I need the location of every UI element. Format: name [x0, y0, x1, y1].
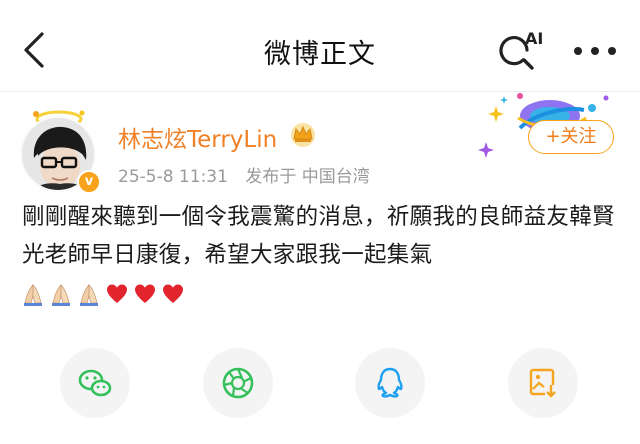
- emoji-row: [22, 282, 185, 308]
- post-location: 发布于 中国台湾: [245, 167, 370, 187]
- save-image-button[interactable]: [508, 348, 578, 418]
- wechat-icon: [78, 369, 112, 397]
- share-moments-button[interactable]: [203, 348, 273, 418]
- post-content: 剛剛醒來聽到一個令我震驚的消息，祈願我的良師益友韓賢光老師早日康復，希望大家跟我…: [22, 204, 615, 268]
- verified-badge: v: [77, 170, 101, 194]
- post-meta: 25-5-8 11:31 发布于 中国台湾: [118, 162, 382, 187]
- praying-hands-icon: [24, 284, 42, 306]
- post-date: 25-5-8 11:31: [118, 167, 228, 187]
- more-dot-icon: [608, 47, 616, 55]
- crown-badge-icon: [291, 123, 315, 147]
- qq-icon: [377, 367, 403, 398]
- ai-label: AI: [525, 29, 544, 48]
- weibo-post-page: 微博正文 AI v 林志炫TerryLin 25-5-8 11:31 发布于 中…: [0, 0, 640, 444]
- author-name[interactable]: 林志炫TerryLin: [118, 120, 277, 154]
- moments-icon: [222, 367, 254, 399]
- save-image-icon: [529, 368, 557, 398]
- author-avatar[interactable]: v: [16, 108, 102, 194]
- more-dot-icon: [574, 47, 582, 55]
- praying-hands-icon: [80, 284, 99, 306]
- share-wechat-button[interactable]: [60, 348, 130, 418]
- red-heart-icon: [163, 284, 184, 303]
- ai-search-button[interactable]: AI: [497, 26, 551, 76]
- nav-bar: 微博正文 AI: [0, 0, 640, 92]
- red-heart-icon: [135, 284, 156, 303]
- follow-button[interactable]: +关注: [528, 120, 614, 154]
- praying-hands-icon: [52, 284, 71, 306]
- share-qq-button[interactable]: [355, 348, 425, 418]
- more-options-button[interactable]: [570, 44, 620, 58]
- more-dot-icon: [591, 47, 599, 55]
- red-heart-icon: [107, 284, 128, 303]
